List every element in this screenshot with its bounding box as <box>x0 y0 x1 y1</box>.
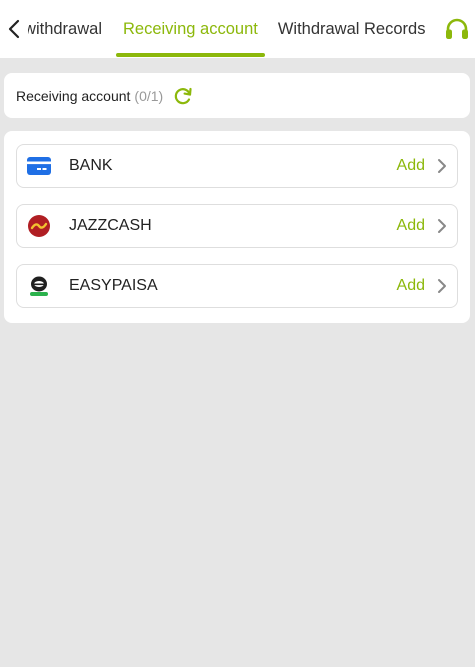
payment-method-name: BANK <box>69 157 113 174</box>
refresh-button[interactable] <box>173 86 193 106</box>
active-tab-indicator <box>116 53 265 57</box>
payment-methods-card: BANK Add JAZZCASH Add EASYPAISA Add <box>4 131 470 323</box>
chevron-right-icon <box>437 158 447 174</box>
tab-withdrawal-records[interactable]: Withdrawal Records <box>268 0 436 58</box>
customer-support-button[interactable] <box>439 0 475 58</box>
headset-icon <box>446 18 468 39</box>
tabs-scroll-area[interactable]: Request withdrawal Receiving account Wit… <box>28 0 445 58</box>
tabs-strip: Request withdrawal Receiving account Wit… <box>28 0 435 58</box>
tab-receiving-account[interactable]: Receiving account <box>113 0 268 58</box>
payment-method-easypaisa[interactable]: EASYPAISA Add <box>16 264 458 308</box>
receiving-account-label: Receiving account <box>16 87 131 104</box>
payment-method-bank[interactable]: BANK Add <box>16 144 458 188</box>
tab-request-withdrawal[interactable]: Request withdrawal <box>28 0 113 58</box>
chevron-left-icon <box>8 19 20 39</box>
easypaisa-logo-icon <box>27 274 51 298</box>
tab-label: Request withdrawal <box>28 19 102 38</box>
receiving-account-summary-card: Receiving account (0/1) <box>4 73 470 118</box>
jazzcash-logo-icon <box>27 214 51 238</box>
payment-method-jazzcash[interactable]: JAZZCASH Add <box>16 204 458 248</box>
tab-label: Withdrawal Records <box>277 19 426 38</box>
bank-card-icon <box>27 154 51 178</box>
add-jazzcash-button[interactable]: Add <box>397 217 425 235</box>
add-easypaisa-button[interactable]: Add <box>397 277 425 295</box>
add-bank-button[interactable]: Add <box>397 157 425 175</box>
top-navigation-bar: Request withdrawal Receiving account Wit… <box>0 0 475 58</box>
refresh-icon <box>174 87 192 104</box>
tab-label: Receiving account <box>123 19 258 38</box>
payment-method-name: EASYPAISA <box>69 277 158 294</box>
chevron-right-icon <box>437 218 447 234</box>
receiving-account-count: (0/1) <box>134 87 164 104</box>
chevron-right-icon <box>437 278 447 294</box>
back-button[interactable] <box>0 0 28 58</box>
payment-method-name: JAZZCASH <box>69 217 152 234</box>
